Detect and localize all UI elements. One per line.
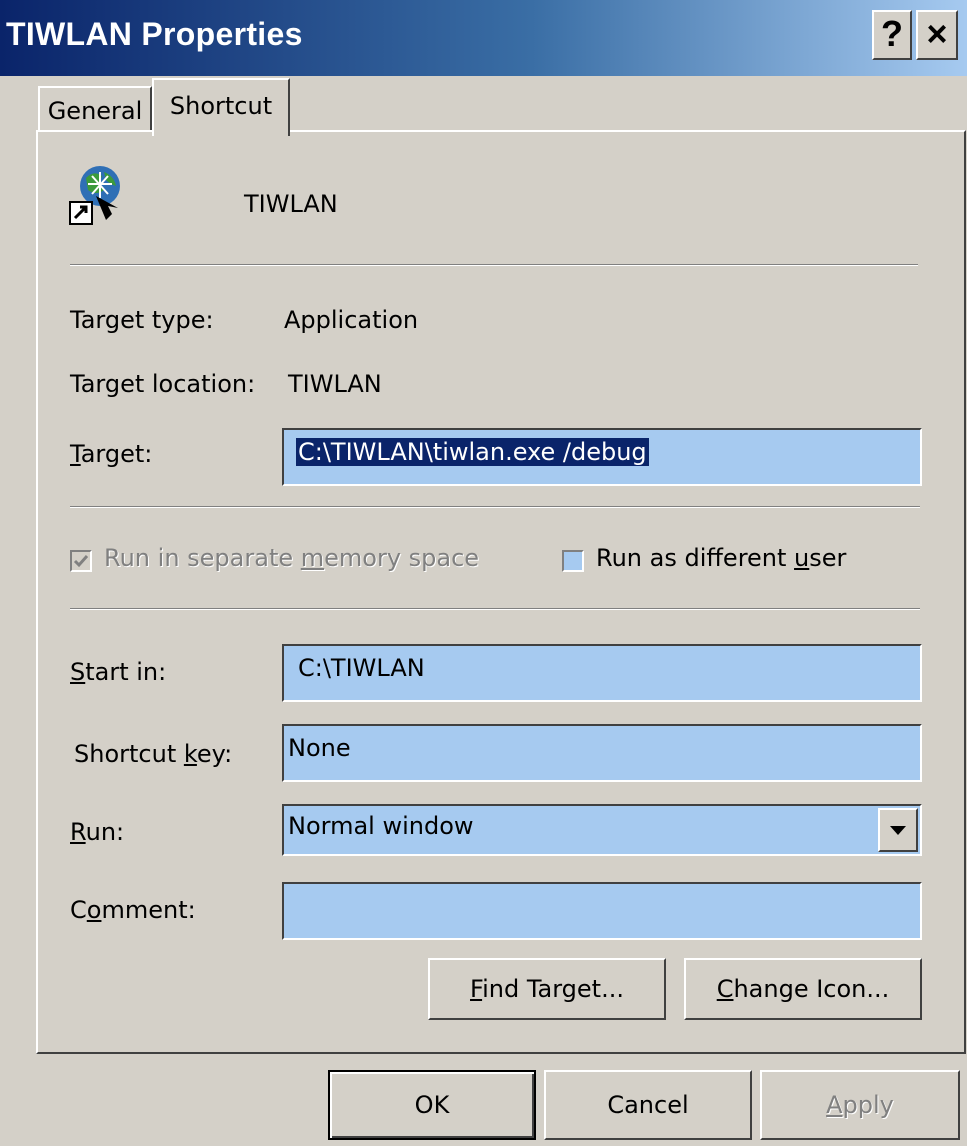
tab-general[interactable]: General bbox=[38, 86, 152, 132]
run-separate-memory-label: Run in separate memory space bbox=[104, 544, 480, 572]
start-in-label: Start in: bbox=[70, 658, 167, 686]
cancel-label: Cancel bbox=[607, 1091, 689, 1119]
shortcut-key-value: None bbox=[288, 734, 351, 762]
close-icon: × bbox=[926, 13, 948, 54]
start-in-field[interactable]: C:\TIWLAN bbox=[282, 644, 922, 702]
run-value: Normal window bbox=[288, 812, 474, 840]
tab-shortcut[interactable]: Shortcut bbox=[152, 78, 290, 136]
target-location-label: Target location: bbox=[70, 370, 256, 398]
chevron-down-icon bbox=[890, 826, 906, 835]
target-type-label: Target type: bbox=[70, 306, 214, 334]
ok-label: OK bbox=[414, 1091, 450, 1119]
change-icon-button[interactable]: Change Icon... bbox=[684, 958, 922, 1020]
separator bbox=[70, 608, 920, 610]
cancel-button[interactable]: Cancel bbox=[544, 1070, 752, 1140]
run-select[interactable]: Normal window bbox=[282, 804, 922, 856]
shortcut-name: TIWLAN bbox=[244, 190, 338, 218]
run-as-different-user-label: Run as different user bbox=[596, 544, 847, 572]
shortcut-key-label: Shortcut key: bbox=[74, 740, 233, 768]
run-dropdown-button[interactable] bbox=[878, 808, 918, 852]
comment-field[interactable] bbox=[282, 882, 922, 940]
help-button[interactable]: ? bbox=[872, 10, 912, 60]
target-field[interactable]: C:\TIWLAN\tiwlan.exe /debug bbox=[282, 428, 922, 486]
change-icon-label: Change Icon... bbox=[716, 975, 890, 1003]
start-in-value: C:\TIWLAN bbox=[298, 654, 425, 682]
separator bbox=[70, 264, 918, 266]
find-target-button[interactable]: Find Target... bbox=[428, 958, 666, 1020]
shortcut-key-field[interactable]: None bbox=[282, 724, 922, 782]
help-icon: ? bbox=[881, 13, 903, 54]
target-type-value: Application bbox=[284, 306, 419, 334]
comment-label: Comment: bbox=[70, 896, 196, 924]
apply-label: Apply bbox=[826, 1091, 894, 1119]
checkbox-box[interactable] bbox=[70, 550, 92, 572]
window-title: TIWLAN Properties bbox=[6, 16, 303, 52]
target-label: Target: bbox=[70, 440, 153, 468]
tab-shortcut-label: Shortcut bbox=[169, 92, 273, 120]
close-button[interactable]: × bbox=[916, 10, 958, 60]
ok-button[interactable]: OK bbox=[328, 1070, 536, 1140]
target-value: C:\TIWLAN\tiwlan.exe /debug bbox=[296, 438, 649, 466]
find-target-label: Find Target... bbox=[470, 975, 624, 1003]
globe-shortcut-icon bbox=[68, 162, 132, 226]
separator bbox=[70, 506, 920, 508]
checkbox-box[interactable] bbox=[562, 550, 584, 572]
run-label: Run: bbox=[70, 818, 125, 846]
tab-general-label: General bbox=[47, 97, 143, 125]
apply-button[interactable]: Apply bbox=[760, 1070, 960, 1140]
target-location-value: TIWLAN bbox=[288, 370, 382, 398]
